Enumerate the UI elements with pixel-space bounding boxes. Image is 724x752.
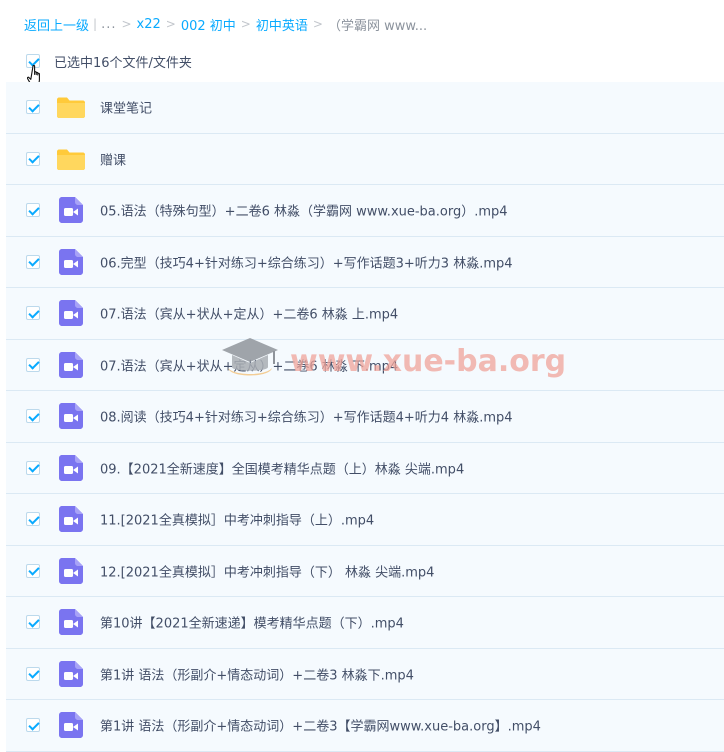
back-link[interactable]: 返回上一级 [24,15,89,34]
file-row[interactable]: 第1讲 语法（形副介+情态动词）+二卷3 林淼下.mp4 [6,648,724,700]
file-name[interactable]: 第1讲 语法（形副介+情态动词）+二卷3 林淼下.mp4 [100,664,414,683]
file-name[interactable]: 赠课 [100,149,126,168]
file-list: 课堂笔记赠课 05.语法（特殊句型）+二卷6 林淼（学霸网 www.xue-ba.… [6,82,724,752]
video-file-icon [59,351,83,378]
file-row[interactable]: 12.[2021全真模拟］中考冲刺指导（下） 林淼 尖端.mp4 [6,545,724,597]
video-file-icon [59,248,83,275]
file-checkbox[interactable] [26,460,40,475]
video-file-icon [59,557,83,584]
video-file-icon [59,454,83,481]
file-row[interactable]: 08.阅读（技巧4+针对练习+综合练习）+写作话题4+听力4 林淼.mp4 [6,391,724,443]
breadcrumb-separator: > [121,17,132,31]
file-name[interactable]: 第10讲【2021全新速递】模考精华点题（下）.mp4 [100,613,404,632]
file-checkbox[interactable] [26,409,40,424]
file-checkbox[interactable] [26,615,40,630]
file-checkbox[interactable] [26,100,40,115]
video-file-icon [59,403,83,430]
video-file-icon [59,660,83,687]
breadcrumb-divider: | [93,17,98,31]
file-checkbox[interactable] [26,512,40,527]
file-checkbox[interactable] [26,666,40,681]
file-checkbox[interactable] [26,306,40,321]
file-row[interactable]: 赠课 [6,133,724,185]
file-checkbox[interactable] [26,254,40,269]
file-row[interactable]: 09.【2021全新速度】全国模考精华点题（上）林淼 尖端.mp4 [6,442,724,494]
file-row[interactable]: 第1讲 语法（形副介+情态动词）+二卷3【学霸网www.xue-ba.org】.… [6,700,724,752]
file-row[interactable]: 06.完型（技巧4+针对练习+综合练习）+写作话题3+听力3 林淼.mp4 [6,236,724,288]
file-name[interactable]: 第1讲 语法（形副介+情态动词）+二卷3【学霸网www.xue-ba.org】.… [100,716,541,735]
breadcrumb-item-x22[interactable]: x22 [137,17,161,32]
breadcrumb-item-002[interactable]: 002 初中 [181,15,236,34]
file-row[interactable]: 07.语法（宾从+状从+定从）+二卷6 林淼 上.mp4 [6,288,724,340]
breadcrumb-separator: > [240,17,251,31]
file-row[interactable]: 05.语法（特殊句型）+二卷6 林淼（学霸网 www.xue-ba.org）.m… [6,185,724,237]
video-file-icon [59,197,83,224]
file-row[interactable]: 11.[2021全真模拟］中考冲刺指导（上）.mp4 [6,494,724,546]
file-name[interactable]: 07.语法（宾从+状从+定从）+二卷6 林淼 上.mp4 [100,304,398,323]
file-name[interactable]: 12.[2021全真模拟］中考冲刺指导（下） 林淼 尖端.mp4 [100,561,434,580]
breadcrumb-ellipsis[interactable]: ... [101,17,116,32]
file-name[interactable]: 09.【2021全新速度】全国模考精华点题（上）林淼 尖端.mp4 [100,458,464,477]
file-checkbox[interactable] [26,357,40,372]
file-checkbox[interactable] [26,151,40,166]
file-row[interactable]: 07.语法（宾从+状从+定从）+二卷6 林淼 下.mp4 [6,339,724,391]
video-file-icon [59,300,83,327]
folder-icon [56,147,86,171]
video-file-icon [59,712,83,739]
selection-count-label: 已选中16个文件/文件夹 [54,55,192,71]
file-checkbox[interactable] [26,563,40,578]
video-file-icon [59,609,83,636]
breadcrumb-separator: > [312,17,323,31]
file-name[interactable]: 11.[2021全真模拟］中考冲刺指导（上）.mp4 [100,510,374,529]
file-checkbox[interactable] [26,718,40,733]
file-name[interactable]: 07.语法（宾从+状从+定从）+二卷6 林淼 下.mp4 [100,355,398,374]
file-checkbox[interactable] [26,203,40,218]
video-file-icon [59,506,83,533]
file-name[interactable]: 08.阅读（技巧4+针对练习+综合练习）+写作话题4+听力4 林淼.mp4 [100,407,513,426]
file-row[interactable]: 课堂笔记 [6,82,724,134]
breadcrumb-separator: > [165,17,176,31]
file-name[interactable]: 05.语法（特殊句型）+二卷6 林淼（学霸网 www.xue-ba.org）.m… [100,201,508,220]
breadcrumb-item-english[interactable]: 初中英语 [256,15,308,34]
select-all-bar: 已选中16个文件/文件夹 [26,51,192,71]
folder-icon [56,95,86,119]
breadcrumb-current: （学霸网 www... [327,18,428,34]
file-name[interactable]: 06.完型（技巧4+针对练习+综合练习）+写作话题3+听力3 林淼.mp4 [100,252,513,271]
breadcrumb: 返回上一级 | ... > x22 > 002 初中 > 初中英语 > （学霸网… [24,14,427,34]
file-row[interactable]: 第10讲【2021全新速递】模考精华点题（下）.mp4 [6,597,724,649]
file-name[interactable]: 课堂笔记 [100,98,152,117]
